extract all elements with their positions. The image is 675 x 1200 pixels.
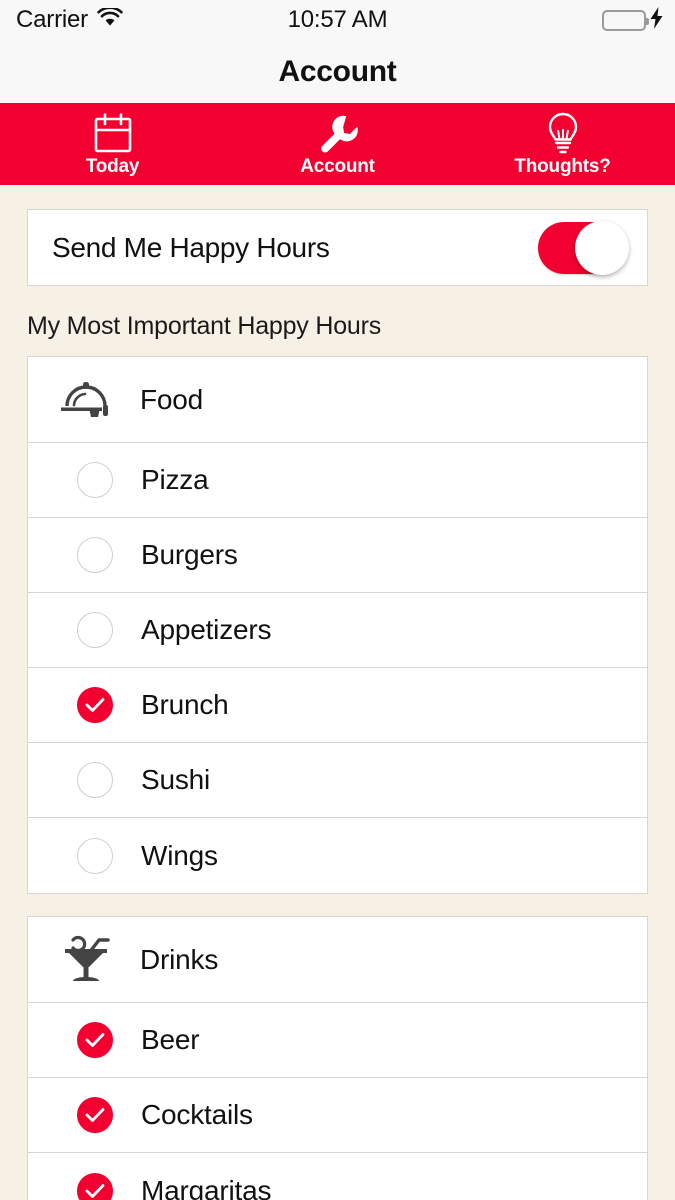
check-icon: [85, 1108, 105, 1122]
list-item-beer[interactable]: Beer: [28, 1003, 647, 1078]
list-item-label: Cocktails: [141, 1099, 253, 1130]
group-title-drinks: Drinks: [140, 943, 219, 975]
tab-thoughts[interactable]: Thoughts?: [450, 103, 675, 185]
app-screen: Carrier 10:57 AM Account Today Account T…: [0, 0, 675, 1200]
list-item-label: Wings: [141, 839, 218, 871]
tab-account[interactable]: Account: [225, 103, 450, 185]
status-bar-right: [602, 6, 663, 34]
list-item-label: Sushi: [141, 764, 211, 795]
group-card-drinks: Drinks Beer Cocktails Margaritas: [27, 916, 648, 1200]
tab-account-label: Account: [300, 156, 375, 177]
group-header-food: Food: [28, 357, 647, 443]
page-title: Account: [278, 54, 397, 88]
list-item-label: Brunch: [141, 689, 229, 720]
section-label: My Most Important Happy Hours: [27, 312, 382, 340]
battery-icon: [602, 9, 649, 31]
status-bar: Carrier 10:57 AM: [0, 0, 675, 40]
cocktail-glass-icon: [56, 935, 116, 985]
send-happy-hours-label: Send Me Happy Hours: [52, 231, 330, 263]
checkbox-wings[interactable]: [77, 837, 113, 874]
checkbox-brunch[interactable]: [77, 687, 113, 723]
toggle-knob: [575, 220, 629, 275]
list-item-label: Pizza: [141, 464, 209, 495]
status-bar-time: 10:57 AM: [287, 6, 388, 33]
lightbulb-icon: [543, 112, 583, 154]
list-item-burgers[interactable]: Burgers: [28, 518, 647, 593]
send-happy-hours-toggle[interactable]: [538, 220, 629, 275]
checkbox-beer[interactable]: [77, 1022, 113, 1058]
list-item-label: Margaritas: [141, 1174, 272, 1200]
tab-today-label: Today: [85, 156, 140, 177]
list-item-label: Beer: [141, 1024, 200, 1055]
list-item-cocktails[interactable]: Cocktails: [28, 1078, 647, 1153]
list-item-wings[interactable]: Wings: [28, 818, 647, 893]
tab-bar: Today Account Thoughts?: [0, 103, 675, 185]
list-item-pizza[interactable]: Pizza: [28, 443, 647, 518]
list-item-appetizers[interactable]: Appetizers: [28, 593, 647, 668]
tab-thoughts-label: Thoughts?: [514, 156, 611, 177]
list-item-sushi[interactable]: Sushi: [28, 743, 647, 818]
checkbox-sushi[interactable]: [77, 762, 113, 798]
checkbox-margaritas[interactable]: [77, 1172, 113, 1200]
group-header-drinks: Drinks: [28, 917, 647, 1003]
checkbox-pizza[interactable]: [77, 462, 113, 498]
send-happy-hours-row[interactable]: Send Me Happy Hours: [27, 209, 648, 286]
checkbox-burgers[interactable]: [77, 537, 113, 573]
wrench-icon: [317, 114, 359, 154]
check-icon: [85, 1183, 105, 1198]
calendar-icon: [91, 113, 135, 154]
navigation-bar: Account: [0, 40, 675, 103]
checkbox-appetizers[interactable]: [77, 612, 113, 648]
list-item-margaritas[interactable]: Margaritas: [28, 1153, 647, 1200]
content-area: Send Me Happy Hours My Most Important Ha…: [0, 209, 675, 1200]
check-icon: [85, 1033, 105, 1047]
cloche-icon: [56, 376, 116, 424]
group-card-food: Food Pizza Burgers Appetizers Brunch Sus…: [27, 356, 648, 894]
group-title-food: Food: [140, 383, 204, 415]
list-item-label: Burgers: [141, 539, 238, 570]
checkbox-cocktails[interactable]: [77, 1097, 113, 1133]
lightning-bolt-icon: [650, 6, 663, 34]
list-item-brunch[interactable]: Brunch: [28, 668, 647, 743]
check-icon: [85, 698, 105, 712]
tab-today[interactable]: Today: [0, 103, 225, 185]
list-item-label: Appetizers: [141, 614, 272, 645]
